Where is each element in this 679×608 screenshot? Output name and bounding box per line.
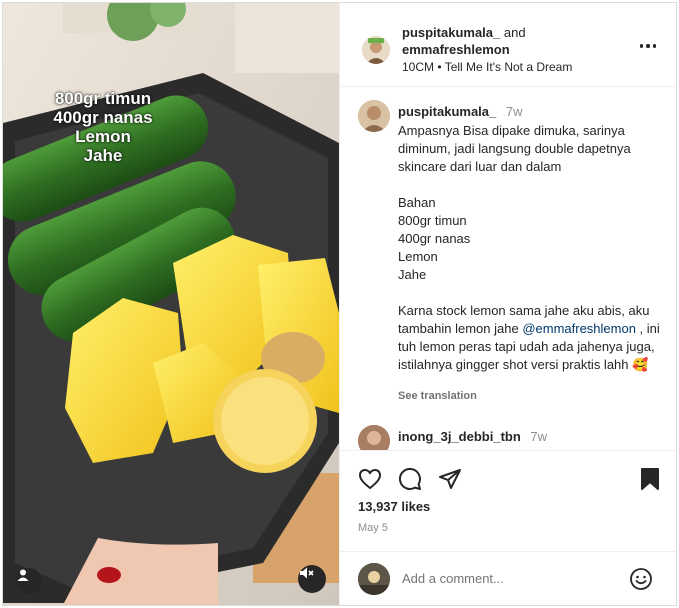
author-username-1[interactable]: puspitakumala_ — [402, 25, 500, 40]
caption-author: puspitakumala_ 7w — [398, 104, 523, 119]
comment-icon — [398, 467, 421, 490]
speaker-muted-icon — [300, 567, 314, 579]
avatar-image — [362, 36, 390, 64]
add-comment-bar — [340, 551, 676, 605]
author-avatar[interactable] — [362, 36, 390, 64]
more-horizontal-icon — [639, 44, 644, 48]
tagged-users-button[interactable] — [16, 568, 42, 594]
caption-text: Ampasnya Bisa dipake dimuka, sarinya dim… — [398, 122, 668, 374]
overlay-line: 400gr nanas — [53, 108, 153, 127]
more-options-button[interactable] — [636, 36, 660, 56]
overlay-line: Jahe — [83, 146, 123, 165]
comment-input[interactable] — [402, 571, 602, 586]
post-dialog: 800gr timun 400gr nanas Lemon Jahe puspi… — [2, 2, 677, 606]
mention-link[interactable]: @emmafreshlemon — [522, 321, 636, 336]
save-button[interactable] — [636, 465, 664, 493]
post-date[interactable]: May 5 — [358, 522, 388, 534]
see-translation-link[interactable]: See translation — [398, 390, 477, 402]
share-button[interactable] — [436, 465, 464, 493]
video-text-overlay: 800gr timun 400gr nanas Lemon Jahe — [43, 89, 163, 165]
caption-avatar[interactable] — [358, 100, 390, 132]
audio-separator: • — [437, 60, 442, 74]
audio-title[interactable]: Tell Me It's Not a Dream — [445, 60, 573, 74]
audio-info: 10CM • Tell Me It's Not a Dream — [402, 60, 572, 74]
commenter-avatar[interactable] — [358, 425, 390, 450]
author-username-2[interactable]: emmafreshlemon — [402, 42, 510, 57]
caption-username[interactable]: puspitakumala_ — [398, 104, 496, 119]
post-authors: puspitakumala_ and emmafreshlemon — [402, 24, 526, 58]
heart-icon — [358, 468, 382, 490]
mute-button[interactable] — [298, 565, 326, 593]
person-icon — [17, 569, 29, 581]
comment-time[interactable]: 7w — [530, 429, 547, 444]
likes-count[interactable]: 13,937 likes — [358, 499, 430, 514]
avatar-image — [358, 563, 390, 595]
bookmark-icon — [641, 468, 659, 490]
audio-artist[interactable]: 10CM — [402, 60, 434, 74]
and-text: and — [503, 25, 526, 40]
avatar-image — [358, 425, 390, 450]
emoji-icon — [630, 568, 652, 590]
overlay-line: 800gr timun — [54, 89, 152, 108]
comment-button[interactable] — [396, 465, 424, 493]
post-media[interactable]: 800gr timun 400gr nanas Lemon Jahe — [3, 3, 339, 605]
caption-time[interactable]: 7w — [506, 104, 523, 119]
like-button[interactable] — [356, 465, 384, 493]
share-icon — [439, 469, 461, 489]
viewer-avatar — [358, 563, 390, 595]
comment-author: inong_3j_debbi_tbn 7w — [398, 429, 547, 444]
post-side-panel: puspitakumala_ and emmafreshlemon 10CM •… — [339, 3, 676, 605]
overlay-line: Lemon — [75, 127, 131, 146]
avatar-image — [358, 100, 390, 132]
caption-body: Ampasnya Bisa dipake dimuka, sarinya dim… — [398, 123, 650, 336]
more-horizontal-icon — [646, 44, 650, 48]
more-horizontal-icon — [652, 44, 657, 48]
comment-username[interactable]: inong_3j_debbi_tbn — [398, 429, 521, 444]
comments-section: puspitakumala_ 7w Ampasnya Bisa dipake d… — [340, 88, 676, 450]
post-header: puspitakumala_ and emmafreshlemon 10CM •… — [340, 3, 676, 87]
emoji-button[interactable] — [628, 566, 654, 592]
